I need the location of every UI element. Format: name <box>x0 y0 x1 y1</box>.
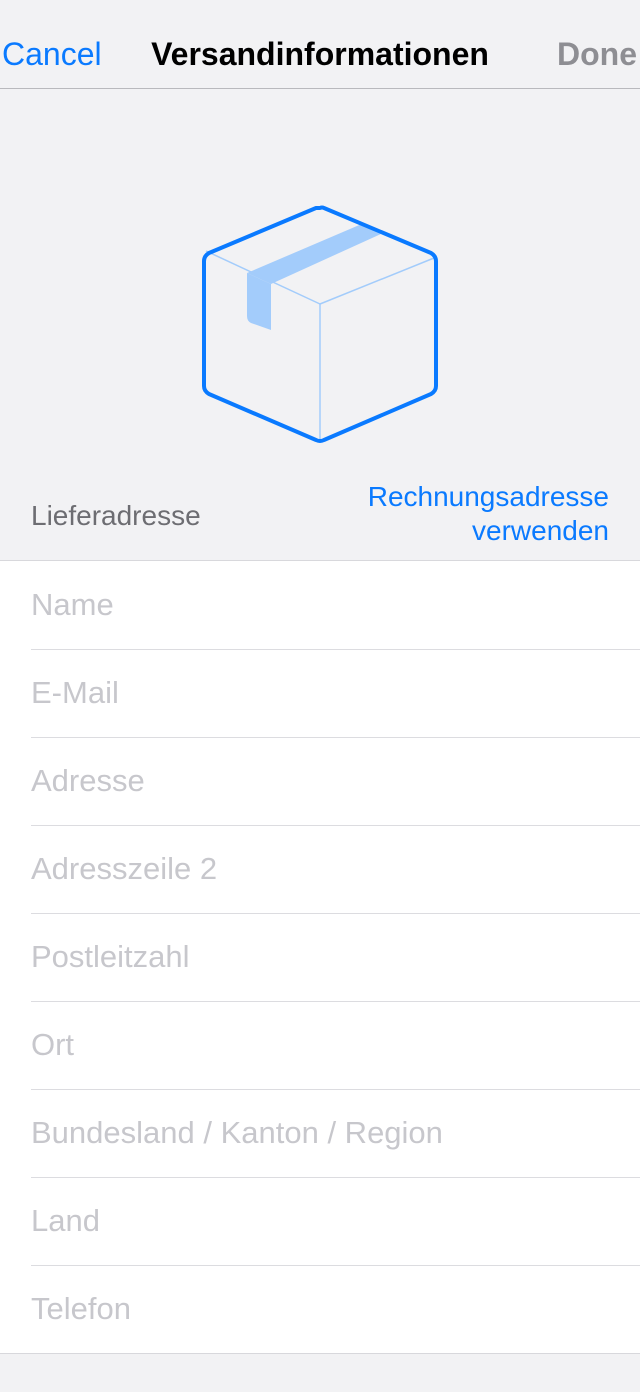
navigation-bar: Cancel Versandinformationen Done <box>0 0 640 89</box>
done-button[interactable]: Done <box>557 34 637 74</box>
address-form <box>0 560 640 1354</box>
page-title: Versandinformationen <box>151 36 489 72</box>
form-row-address-line2 <box>0 825 640 913</box>
billing-link-line1: Rechnungsadresse <box>367 481 609 512</box>
form-row-country <box>0 1177 640 1265</box>
delivery-address-label: Lieferadresse <box>31 500 201 531</box>
form-row-state <box>0 1089 640 1177</box>
form-row-phone <box>0 1265 640 1353</box>
email-field[interactable] <box>31 649 621 737</box>
form-row-postal-code <box>0 913 640 1001</box>
form-row-city <box>0 1001 640 1089</box>
country-field[interactable] <box>31 1177 621 1265</box>
form-row-email <box>0 649 640 737</box>
name-field[interactable] <box>31 561 621 649</box>
use-billing-address-button[interactable]: Rechnungsadresse verwenden <box>309 480 609 548</box>
billing-link-line2: verwenden <box>472 515 609 546</box>
hero-area <box>0 90 640 470</box>
form-row-name <box>0 561 640 649</box>
form-row-address <box>0 737 640 825</box>
state-field[interactable] <box>31 1089 621 1177</box>
postal-code-field[interactable] <box>31 913 621 1001</box>
address-line2-field[interactable] <box>31 825 621 913</box>
city-field[interactable] <box>31 1001 621 1089</box>
address-field[interactable] <box>31 737 621 825</box>
phone-field[interactable] <box>31 1265 621 1353</box>
package-box-icon <box>202 205 438 443</box>
